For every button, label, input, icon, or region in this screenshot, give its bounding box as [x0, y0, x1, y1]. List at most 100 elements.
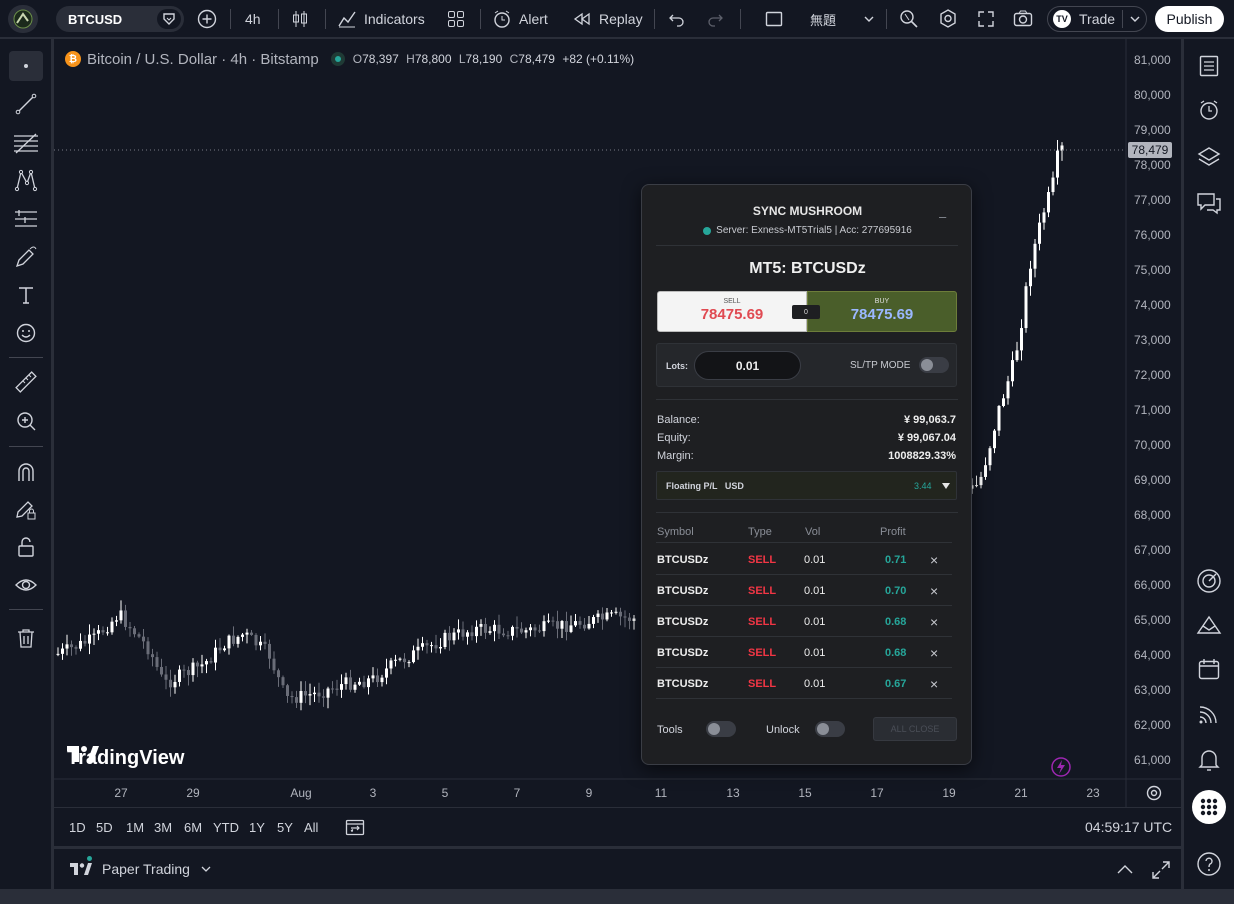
sltp-toggle[interactable] — [919, 357, 949, 373]
magnet-tool[interactable] — [9, 457, 43, 487]
floating-pl-dropdown[interactable]: Floating P/L USD 3.44 — [656, 471, 957, 500]
user-avatar[interactable] — [8, 5, 38, 33]
floating-pl-label: Floating P/L USD — [666, 481, 744, 491]
publish-button[interactable]: Publish — [1155, 6, 1224, 32]
symbol-search[interactable]: BTCUSD — [56, 6, 184, 32]
zoom-tool[interactable] — [9, 406, 43, 436]
news-button[interactable] — [1192, 698, 1226, 730]
tradingview-watermark[interactable]: TradingView — [67, 745, 184, 771]
price-axis[interactable]: 81,000 80,000 79,000 78,000 77,000 76,000 75,0… — [1134, 53, 1171, 767]
fullscreen-button[interactable] — [976, 0, 996, 38]
help-button[interactable] — [1192, 848, 1226, 880]
chats-button[interactable] — [1192, 187, 1226, 219]
notifications-button[interactable] — [1192, 744, 1226, 776]
range-ytd[interactable]: YTD — [213, 808, 239, 846]
candle-body — [511, 626, 514, 636]
range-1m[interactable]: 1M — [126, 808, 144, 846]
equity-value: ¥ 99,067.04 — [897, 432, 956, 444]
settings-button[interactable] — [937, 0, 959, 38]
price-tick-label: 80,000 — [1134, 88, 1171, 102]
layout-menu-button[interactable] — [862, 0, 876, 38]
legend-title[interactable]: Bitcoin / U.S. Dollar · 4h · Bitstamp — [87, 51, 319, 68]
remove-drawings-tool[interactable] — [9, 623, 43, 653]
calendar-button[interactable] — [1192, 653, 1226, 685]
question-icon — [1197, 852, 1221, 876]
lots-input[interactable]: 0.01 — [694, 351, 801, 380]
redo-button[interactable] — [705, 0, 725, 38]
minimize-button[interactable]: – — [939, 209, 946, 224]
goto-date-button[interactable] — [344, 808, 366, 846]
compare-button[interactable] — [196, 0, 218, 38]
sell-label: SELL — [723, 298, 741, 305]
range-all[interactable]: All — [304, 808, 318, 846]
emoji-tool[interactable] — [9, 318, 43, 348]
lock-all-tool[interactable] — [9, 532, 43, 562]
alerts-button[interactable] — [1192, 94, 1226, 126]
watchlist-button[interactable] — [1192, 50, 1226, 82]
indicators-button[interactable]: Indicators — [337, 0, 425, 38]
trend-line-tool[interactable] — [9, 89, 43, 119]
range-1y[interactable]: 1Y — [249, 808, 265, 846]
buy-button[interactable]: BUY 78475.69 — [807, 291, 957, 332]
candle-body — [560, 621, 564, 629]
chart-type-button[interactable] — [290, 0, 310, 38]
cursor-tool[interactable] — [9, 51, 43, 81]
maximize-panel-button[interactable] — [1150, 859, 1172, 881]
time-axis[interactable]: 27 29 Aug 3 5 7 9 11 13 15 17 19 21 23 — [114, 786, 1100, 800]
candle-body — [272, 658, 276, 671]
all-close-button[interactable]: ALL CLOSE — [873, 717, 957, 741]
redo-icon — [708, 14, 723, 27]
collapse-panel-button[interactable] — [1114, 859, 1136, 881]
close-order-button[interactable]: × — [930, 583, 938, 599]
market-status-icon[interactable] — [330, 52, 345, 66]
measure-tool[interactable] — [9, 367, 43, 397]
price-chart[interactable]: 81,000 80,000 79,000 78,000 77,000 76,000 75,0… — [54, 39, 1181, 807]
symbol-menu-button[interactable] — [157, 9, 181, 29]
apps-button[interactable] — [1192, 790, 1226, 824]
interval-button[interactable]: 4h — [245, 0, 261, 38]
close-order-button[interactable]: × — [930, 645, 938, 661]
pattern-tool[interactable] — [9, 165, 43, 195]
range-5y[interactable]: 5Y — [277, 808, 293, 846]
order-row: BTCUSDz SELL 0.01 0.68 × — [656, 637, 952, 668]
order-row: BTCUSDz SELL 0.01 0.68 × — [656, 606, 952, 637]
close-order-button[interactable]: × — [930, 676, 938, 692]
alert-button[interactable]: Alert — [492, 0, 548, 38]
layout-button[interactable] — [764, 0, 784, 38]
tools-label: Tools — [657, 724, 683, 736]
sell-button[interactable]: SELL 78475.69 — [657, 291, 807, 332]
replay-button[interactable]: Replay — [572, 0, 643, 38]
ideas-button[interactable] — [1192, 609, 1226, 641]
tools-toggle[interactable] — [706, 721, 736, 737]
close-order-button[interactable]: × — [930, 552, 938, 568]
range-5d[interactable]: 5D — [96, 808, 113, 846]
text-tool[interactable] — [9, 280, 43, 310]
assistant-button[interactable] — [1048, 755, 1072, 779]
quick-search-button[interactable] — [898, 0, 920, 38]
unlock-toggle[interactable] — [815, 721, 845, 737]
forecast-tool[interactable] — [9, 204, 43, 234]
candle-body — [182, 669, 186, 671]
layout-name[interactable]: 無題 — [810, 0, 836, 38]
lock-drawing-tool[interactable] — [9, 495, 43, 525]
chart-pane[interactable]: 81,000 80,000 79,000 78,000 77,000 76,000 75,0… — [54, 39, 1181, 807]
buy-label: BUY — [874, 298, 890, 305]
trade-button[interactable]: TV Trade — [1047, 6, 1147, 32]
axis-settings-button[interactable] — [1144, 783, 1164, 803]
alarm-clock-icon — [1200, 100, 1218, 120]
paper-trading-tab[interactable]: Paper Trading — [70, 849, 212, 889]
templates-button[interactable] — [446, 0, 466, 38]
clock[interactable]: 04:59:17 UTC — [1085, 808, 1172, 846]
range-1d[interactable]: 1D — [69, 808, 86, 846]
object-tree-button[interactable] — [1192, 141, 1226, 173]
screener-button[interactable] — [1192, 565, 1226, 597]
candle-body — [403, 658, 406, 663]
fib-tool[interactable] — [9, 128, 43, 158]
hide-drawings-tool[interactable] — [9, 570, 43, 600]
range-3m[interactable]: 3M — [154, 808, 172, 846]
close-order-button[interactable]: × — [930, 614, 938, 630]
undo-button[interactable] — [667, 0, 687, 38]
brush-tool[interactable] — [9, 242, 43, 272]
range-6m[interactable]: 6M — [184, 808, 202, 846]
snapshot-button[interactable] — [1012, 0, 1034, 38]
